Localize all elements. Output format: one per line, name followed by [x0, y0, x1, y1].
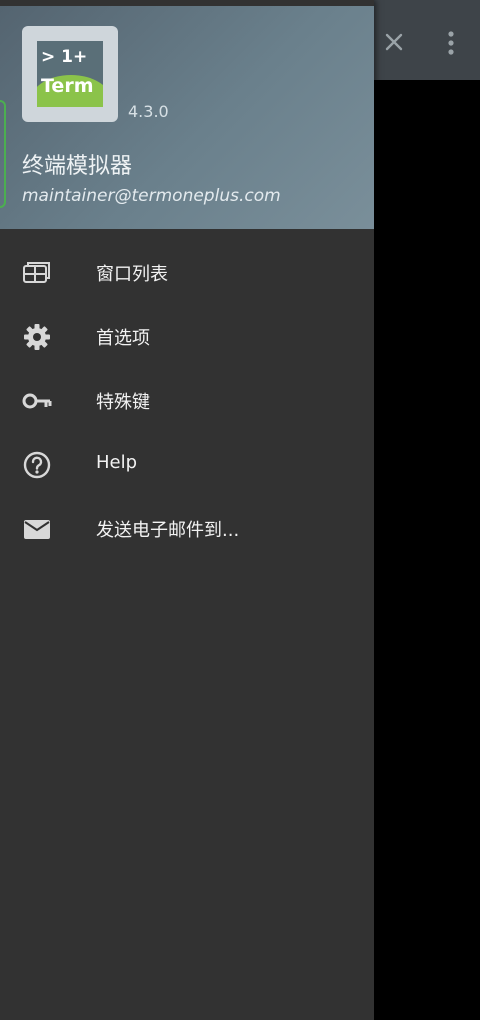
menu-label: 首选项	[96, 328, 150, 349]
menu-item-help[interactable]: Help	[0, 432, 374, 496]
gear-icon	[24, 324, 50, 350]
help-circle-icon	[23, 451, 51, 479]
menu-label: 发送电子邮件到...	[96, 520, 240, 541]
app-version: 4.3.0	[128, 102, 169, 121]
logo-icon: > 1+ Term	[37, 41, 103, 107]
drawer-menu: 窗口列表 首选项 特殊键 Help 发送电子邮件到...	[0, 240, 374, 560]
app-logo: > 1+ Term	[22, 26, 118, 122]
menu-item-window-list[interactable]: 窗口列表	[0, 240, 374, 304]
menu-item-preferences[interactable]: 首选项	[0, 304, 374, 368]
menu-label: 窗口列表	[96, 264, 168, 285]
close-icon[interactable]	[382, 30, 406, 54]
logo-text-line2: Term	[41, 75, 94, 97]
mail-icon	[24, 520, 50, 539]
menu-item-special-keys[interactable]: 特殊键	[0, 368, 374, 432]
maintainer-email: maintainer@termoneplus.com	[22, 186, 281, 206]
app-title: 终端模拟器	[22, 154, 133, 179]
menu-label: 特殊键	[96, 392, 150, 413]
drawer-header: > 1+ Term 4.3.0 终端模拟器 maintainer@termone…	[0, 6, 374, 229]
key-icon	[22, 393, 52, 409]
accent-edge	[0, 100, 6, 208]
menu-item-send-email[interactable]: 发送电子邮件到...	[0, 496, 374, 560]
windows-list-icon	[23, 262, 50, 283]
more-vert-icon[interactable]	[446, 30, 456, 56]
navigation-drawer: > 1+ Term 4.3.0 终端模拟器 maintainer@termone…	[0, 0, 374, 1020]
logo-text-line1: > 1+	[41, 47, 88, 67]
menu-label: Help	[96, 452, 138, 473]
